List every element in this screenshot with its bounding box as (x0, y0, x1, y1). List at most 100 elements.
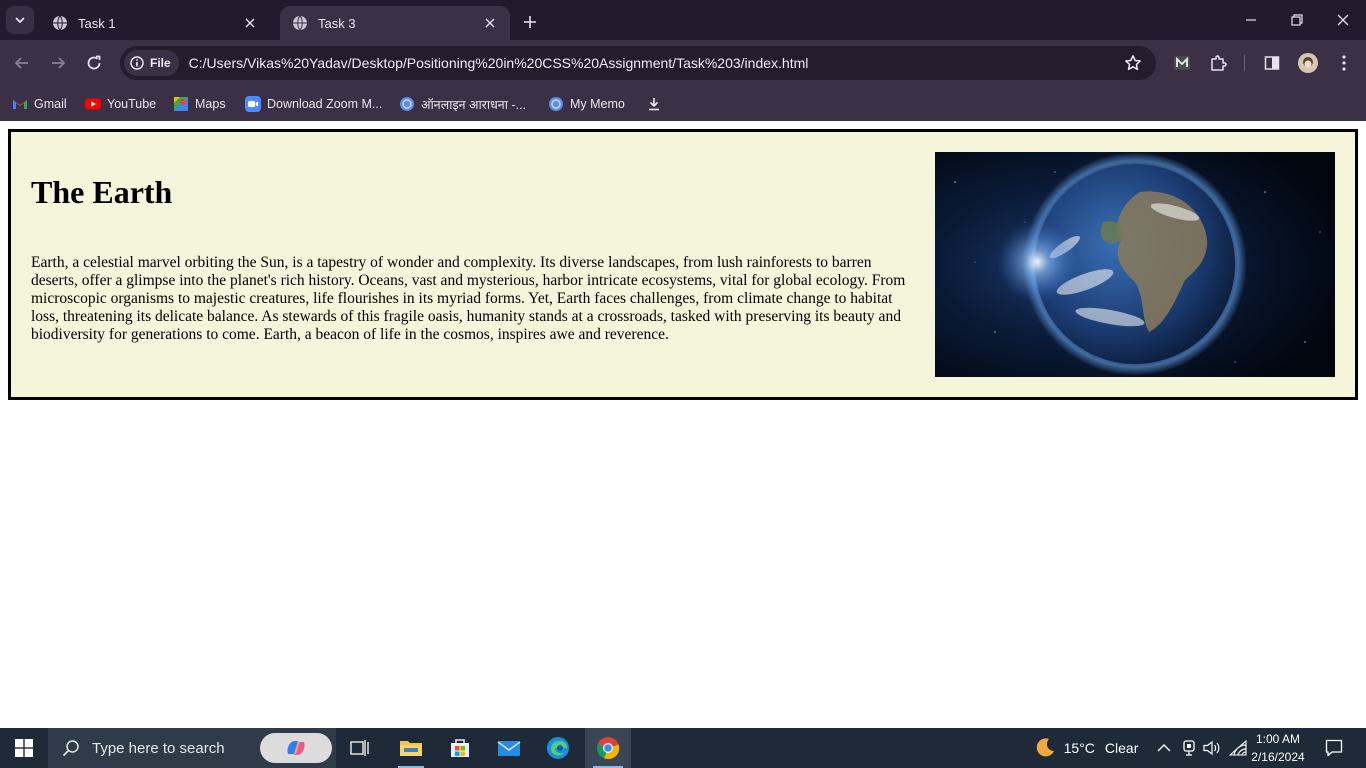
weather-temperature: 15°C (1063, 740, 1095, 756)
tab-title: Task 1 (78, 15, 116, 31)
weather-widget[interactable]: 15°C Clear (1062, 728, 1140, 768)
gmail-icon (12, 96, 28, 112)
microsoft-store-button[interactable] (440, 728, 480, 768)
wifi-icon (1229, 740, 1247, 756)
page-paragraph: Earth, a celestial marvel orbiting the S… (31, 254, 906, 343)
youtube-icon (85, 96, 101, 112)
moon-icon (1036, 738, 1054, 757)
task-view-icon (350, 740, 369, 756)
chevron-down-icon (15, 17, 25, 24)
close-window-button[interactable] (1320, 0, 1366, 40)
extension-m-button[interactable] (1168, 49, 1196, 77)
download-icon (646, 96, 662, 112)
forward-arrow-icon (52, 57, 66, 69)
search-icon (62, 740, 79, 757)
address-bar[interactable]: File C:/Users/Vikas%20Yadav/Desktop/Posi… (120, 46, 1156, 80)
chrome-icon (597, 737, 620, 760)
forward-button[interactable] (44, 49, 72, 77)
show-hidden-icons-button[interactable] (1152, 728, 1176, 768)
start-button[interactable] (0, 728, 48, 768)
device-icon-button[interactable] (1178, 728, 1200, 768)
bookmark-label: Maps (195, 97, 226, 111)
close-icon (1337, 14, 1349, 26)
bookmark-youtube[interactable]: YouTube (85, 92, 156, 116)
back-button[interactable] (8, 49, 36, 77)
bookmark-star-button[interactable] (1118, 48, 1148, 78)
url-text[interactable]: C:/Users/Vikas%20Yadav/Desktop/Positioni… (189, 55, 1118, 71)
clock-date: 2/16/2024 (1251, 750, 1305, 764)
globe-icon (293, 15, 307, 31)
tab-task-3[interactable]: Task 3 (280, 6, 510, 40)
file-explorer-button[interactable] (390, 728, 432, 768)
tab-title: Task 3 (318, 15, 356, 31)
restore-button[interactable] (1274, 0, 1320, 40)
windows-taskbar: Type here to search 15°C Clear 1:00 AM 2… (0, 728, 1366, 768)
reload-button[interactable] (80, 49, 108, 77)
extension-m-icon (1174, 56, 1190, 70)
globe-icon (548, 96, 564, 112)
tab-search-button[interactable] (6, 6, 34, 34)
edge-browser-button[interactable] (537, 728, 579, 768)
side-panel-button[interactable] (1258, 49, 1286, 77)
browser-toolbar: File C:/Users/Vikas%20Yadav/Desktop/Posi… (0, 40, 1366, 86)
bookmark-label: Download Zoom M... (267, 97, 383, 111)
globe-icon (399, 96, 415, 112)
bookmark-label: Gmail (34, 97, 67, 111)
bookmark-label: My Memo (570, 97, 625, 111)
side-panel-icon (1264, 56, 1280, 70)
mail-icon (497, 741, 521, 756)
site-info-chip[interactable]: File (124, 50, 179, 76)
mail-button[interactable] (488, 728, 530, 768)
copilot-icon (287, 741, 305, 755)
star-icon (1125, 55, 1141, 71)
bookmark-label: ऑनलाइन आराधना -... (421, 97, 527, 112)
system-clock[interactable]: 1:00 AM 2/16/2024 (1248, 730, 1308, 766)
scheme-label: File (150, 56, 171, 70)
globe-icon (53, 15, 67, 31)
downloads-bookmark[interactable] (646, 92, 668, 116)
network-button[interactable] (1226, 728, 1250, 768)
bookmark-gmail[interactable]: Gmail (12, 92, 67, 116)
page-heading: The Earth (31, 174, 173, 210)
store-icon (451, 739, 469, 757)
new-tab-button[interactable] (518, 10, 542, 34)
notification-icon (1325, 739, 1343, 757)
bookmark-maps[interactable]: Maps (173, 92, 226, 116)
close-tab-icon[interactable] (482, 15, 498, 31)
bookmarks-bar: Gmail YouTube Maps Download Zoom M... ऑन… (0, 86, 1366, 121)
kebab-menu-icon (1342, 55, 1346, 71)
folder-icon (400, 741, 422, 756)
tab-task-1[interactable]: Task 1 (40, 6, 270, 40)
info-icon (130, 56, 144, 70)
volume-button[interactable] (1200, 728, 1224, 768)
weather-icon[interactable] (1030, 728, 1060, 768)
maps-icon (173, 96, 189, 112)
close-tab-icon[interactable] (242, 15, 258, 31)
bookmark-my-memo[interactable]: My Memo (548, 92, 625, 116)
chevron-up-icon (1157, 744, 1171, 752)
zoom-icon (245, 96, 261, 112)
clock-time: 1:00 AM (1255, 732, 1301, 746)
copilot-button[interactable] (260, 733, 332, 763)
minimize-icon (1246, 19, 1256, 21)
meet-now-icon (1183, 740, 1195, 756)
search-placeholder: Type here to search (92, 739, 225, 757)
menu-button[interactable] (1330, 49, 1358, 77)
page-viewport: The Earth Earth, a celestial marvel orbi… (0, 121, 1366, 728)
profile-button[interactable] (1294, 49, 1322, 77)
bookmark-online-aradhana[interactable]: ऑनलाइन आराधना -... (399, 92, 526, 116)
notifications-button[interactable] (1316, 728, 1352, 768)
earth-card: The Earth Earth, a celestial marvel orbi… (8, 129, 1358, 400)
extensions-button[interactable] (1204, 49, 1232, 77)
chrome-button[interactable] (585, 728, 631, 768)
windows-logo-icon (15, 739, 33, 757)
weather-condition: Clear (1104, 740, 1139, 756)
task-view-button[interactable] (340, 728, 380, 768)
reload-icon (87, 55, 101, 70)
avatar (1298, 53, 1318, 73)
puzzle-icon (1211, 55, 1227, 71)
bookmark-zoom[interactable]: Download Zoom M... (245, 92, 382, 116)
plus-icon (524, 16, 536, 28)
back-arrow-icon (14, 57, 28, 69)
minimize-button[interactable] (1228, 0, 1274, 40)
